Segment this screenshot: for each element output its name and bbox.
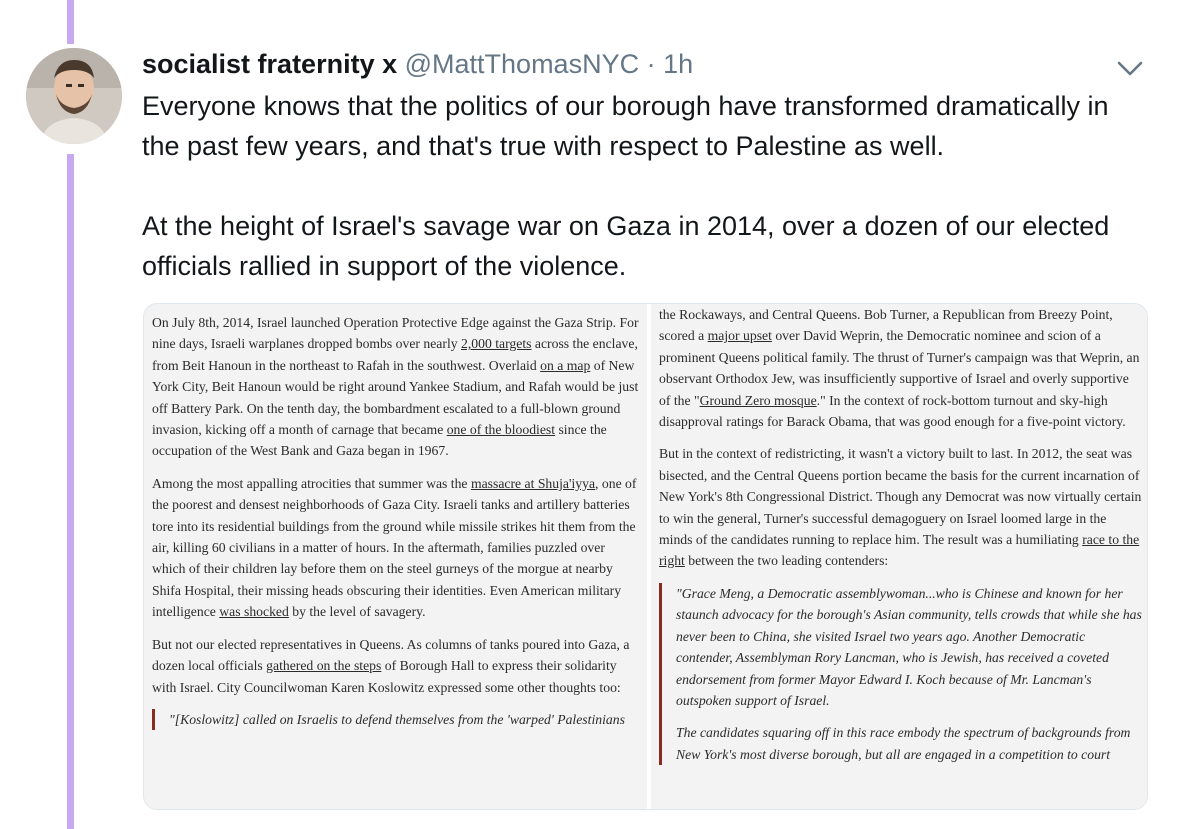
article-link: gathered on the steps <box>266 658 382 674</box>
article-column-left: On July 8th, 2014, Israel launched Opera… <box>144 304 647 809</box>
article-link: Ground Zero mosque <box>699 392 817 408</box>
display-name[interactable]: socialist fraternity x <box>142 49 397 79</box>
article-link: on a map <box>540 357 591 373</box>
article-link: 2,000 targets <box>461 336 532 352</box>
tweet-paragraph: At the height of Israel's savage war on … <box>142 211 1110 281</box>
article-paragraph: But not our elected representatives in Q… <box>152 636 630 695</box>
article-blockquote: "Grace Meng, a Democratic assemblywoman.… <box>659 582 1143 766</box>
user-handle[interactable]: @MattThomasNYC <box>405 49 639 79</box>
chevron-down-icon[interactable] <box>1114 52 1146 84</box>
thread-line-bottom <box>67 154 74 829</box>
article-paragraph: But in the context of redistricting, it … <box>659 446 1142 569</box>
article-screenshot-image[interactable]: On July 8th, 2014, Israel launched Opera… <box>143 303 1148 810</box>
article-paragraph: Among the most appalling atrocities that… <box>152 475 637 620</box>
article-column-right: the Rockaways, and Central Queens. Bob T… <box>651 304 1147 809</box>
article-link: major upset <box>707 328 772 344</box>
avatar[interactable] <box>26 48 122 144</box>
article-paragraph: On July 8th, 2014, Israel launched Opera… <box>152 315 639 459</box>
article-blockquote: "[Koslowitz] called on Israelis to defen… <box>152 708 639 731</box>
tweet-text: Everyone knows that the politics of our … <box>142 86 1152 286</box>
separator-dot: · <box>646 49 656 79</box>
tweet-timestamp[interactable]: 1h <box>663 49 693 79</box>
article-link: one of the bloodiest <box>446 422 556 438</box>
avatar-photo <box>26 48 122 144</box>
article-link: was shocked <box>219 604 289 620</box>
article-link: massacre at Shuja'iyya <box>470 475 596 491</box>
tweet-header: socialist fraternity x @MattThomasNYC · … <box>142 46 693 82</box>
thread-line-top <box>67 0 74 44</box>
tweet-paragraph: Everyone knows that the politics of our … <box>142 91 1109 161</box>
article-paragraph: the Rockaways, and Central Queens. Bob T… <box>659 307 1140 430</box>
